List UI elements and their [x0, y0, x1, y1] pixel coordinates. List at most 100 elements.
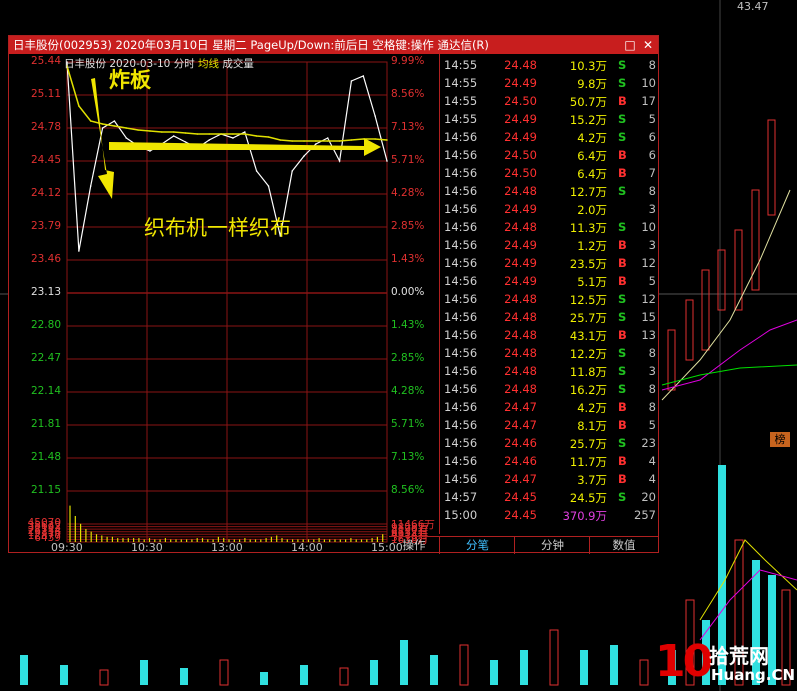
tick-side: S [618, 490, 627, 504]
tick-price: 24.47 [504, 418, 537, 432]
price-axis-label: 22.80 [30, 319, 61, 331]
pct-axis-label: 1.43% [391, 253, 425, 265]
tick-volume: 15.2万 [569, 113, 607, 127]
tick-row[interactable]: 15:00 24.45 370.9万 257 [440, 506, 659, 524]
price-point [172, 135, 175, 137]
avg-point [89, 120, 92, 122]
tick-time: 14:56 [444, 310, 478, 324]
tick-count: 12 [641, 256, 656, 270]
tick-price: 24.50 [504, 166, 537, 180]
tick-row[interactable]: 14:56 24.46 25.7万 S 23 [440, 434, 659, 452]
tick-row[interactable]: 14:56 24.49 2.0万 3 [440, 200, 659, 218]
tick-volume: 10.3万 [569, 59, 607, 73]
tick-row[interactable]: 14:56 24.48 43.1万 B 13 [440, 326, 659, 344]
tick-row[interactable]: 14:56 24.48 11.3万 S 10 [440, 218, 659, 236]
tick-side: B [618, 472, 627, 486]
tick-side: S [618, 112, 627, 126]
maximize-icon[interactable]: □ [623, 36, 637, 54]
avg-point [374, 138, 376, 140]
tick-row[interactable]: 14:57 24.45 24.5万 S 20 [440, 488, 659, 506]
tick-row[interactable]: 14:56 24.47 3.7万 B 4 [440, 470, 659, 488]
tick-row[interactable]: 14:56 24.49 5.1万 B 5 [440, 272, 659, 290]
price-point [362, 75, 365, 77]
close-icon[interactable]: ✕ [641, 36, 655, 54]
rank-badge[interactable]: 榜 [770, 432, 790, 447]
price-axis-label: 23.46 [30, 253, 61, 265]
bg-volume-bar [580, 650, 588, 685]
tick-price: 24.45 [504, 490, 537, 504]
avg-point [243, 133, 246, 135]
price-axis-label: 25.44 [30, 55, 61, 67]
tick-row[interactable]: 14:56 24.49 23.5万 B 12 [440, 254, 659, 272]
annotation-weaving: 织布机一样织布 [144, 216, 291, 240]
tab-ticks[interactable]: 分笔 [439, 537, 515, 554]
tick-row[interactable]: 14:56 24.47 4.2万 B 8 [440, 398, 659, 416]
tab-minute[interactable]: 分钟 [514, 537, 590, 554]
avg-point [291, 140, 293, 142]
price-point [243, 131, 246, 133]
chart-header-avg: 均线 [198, 58, 220, 70]
pct-axis-label: 7.13% [391, 121, 425, 133]
tick-time: 14:56 [444, 436, 478, 450]
tick-price: 24.49 [504, 256, 537, 270]
tick-row[interactable]: 14:56 24.48 16.2万 S 8 [440, 380, 659, 398]
tick-row[interactable]: 14:56 24.47 8.1万 B 5 [440, 416, 659, 434]
tick-time: 14:56 [444, 130, 478, 144]
tick-volume: 25.7万 [569, 311, 607, 325]
tick-row[interactable]: 14:56 24.46 11.7万 B 4 [440, 452, 659, 470]
price-axis-label: 23.79 [30, 220, 61, 232]
tick-side: B [618, 166, 627, 180]
tab-operate[interactable]: 操作 [389, 537, 439, 554]
price-axis-label: 23.13 [30, 286, 61, 298]
pct-axis-label: 2.85% [391, 220, 425, 232]
tick-row[interactable]: 14:56 24.48 12.5万 S 12 [440, 290, 659, 308]
tick-row[interactable]: 14:56 24.48 12.2万 S 8 [440, 344, 659, 362]
tick-price: 24.49 [504, 202, 537, 216]
intraday-window: 日丰股份(002953) 2020年03月10日 星期二 PageUp/Down… [8, 35, 659, 554]
price-point [113, 120, 116, 122]
tick-volume: 25.7万 [569, 437, 607, 451]
window-title: 日丰股份(002953) 2020年03月10日 星期二 PageUp/Down… [13, 38, 489, 52]
watermark-logo: 10 拾荒网 Huang.CN [655, 636, 795, 688]
tick-row[interactable]: 14:56 24.48 11.8万 S 3 [440, 362, 659, 380]
tick-row[interactable]: 14:55 24.49 9.8万 S 10 [440, 74, 659, 92]
tick-list[interactable]: 14:55 24.48 10.3万 S 8 14:55 24.49 9.8万 S 10 14:55 2… [439, 54, 659, 534]
price-point [338, 160, 341, 162]
tick-time: 14:56 [444, 454, 478, 468]
tick-time: 14:56 [444, 184, 478, 198]
tick-price: 24.47 [504, 400, 537, 414]
tab-values[interactable]: 数值 [589, 537, 658, 554]
tick-row[interactable]: 14:56 24.49 1.2万 B 3 [440, 236, 659, 254]
window-titlebar[interactable]: 日丰股份(002953) 2020年03月10日 星期二 PageUp/Down… [9, 36, 658, 54]
tick-time: 14:56 [444, 238, 478, 252]
tick-row[interactable]: 14:56 24.50 6.4万 B 7 [440, 164, 659, 182]
bg-volume-bar [549, 629, 559, 686]
avg-point [161, 131, 163, 133]
tick-row[interactable]: 14:55 24.50 50.7万 B 17 [440, 92, 659, 110]
tick-volume: 5.1万 [577, 275, 607, 289]
avg-point [350, 139, 353, 141]
bg-volume-bar [639, 659, 649, 686]
tick-row[interactable]: 14:56 24.50 6.4万 B 6 [440, 146, 659, 164]
tick-side: S [618, 58, 627, 72]
pct-axis-label: 0.00% [391, 286, 425, 298]
tick-count: 8 [648, 400, 656, 414]
price-axis-label: 22.14 [30, 385, 61, 397]
bg-volume-bar [430, 655, 438, 685]
tick-time: 14:56 [444, 328, 478, 342]
tick-side: S [618, 184, 627, 198]
tick-row[interactable]: 14:55 24.49 15.2万 S 5 [440, 110, 659, 128]
time-axis-label: 09:30 [51, 541, 83, 554]
tick-row[interactable]: 14:56 24.49 4.2万 S 6 [440, 128, 659, 146]
tick-volume: 1.2万 [577, 239, 607, 253]
tick-volume: 12.5万 [569, 293, 607, 307]
tick-row[interactable]: 14:56 24.48 12.7万 S 8 [440, 182, 659, 200]
avg-point [255, 135, 258, 137]
intraday-chart[interactable]: 日丰股份 2020-03-10 分时 均线 成交量 炸板 织布机一样织布 25.… [9, 54, 439, 554]
tick-row[interactable]: 14:55 24.48 10.3万 S 8 [440, 56, 659, 74]
avg-point [326, 140, 329, 142]
tick-side: S [618, 364, 627, 378]
price-point [89, 185, 92, 187]
bg-volume-bar [400, 640, 408, 685]
tick-row[interactable]: 14:56 24.48 25.7万 S 15 [440, 308, 659, 326]
